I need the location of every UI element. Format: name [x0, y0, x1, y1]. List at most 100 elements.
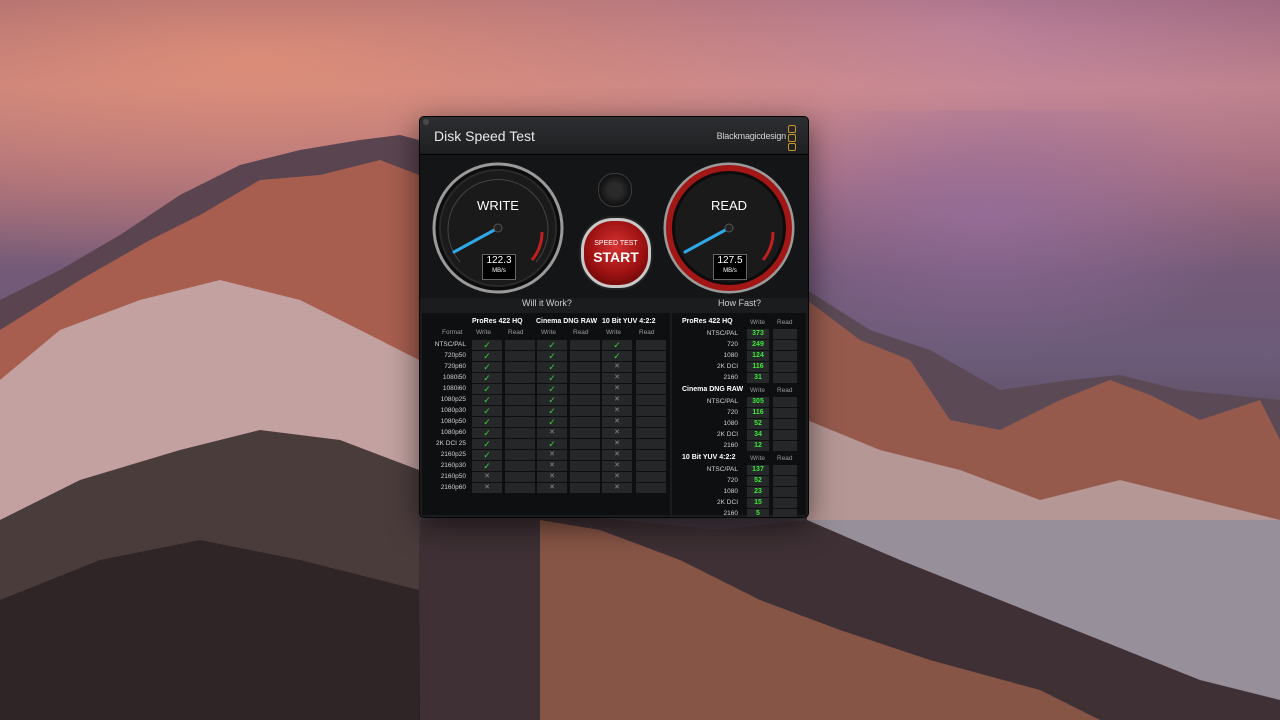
title-bar[interactable]: Disk Speed Test Blackmagicdesign [420, 117, 808, 155]
read-speed-cell [773, 487, 797, 497]
read-cell [505, 362, 535, 372]
read-cell [570, 450, 600, 460]
format-label: 2160p50 [440, 473, 466, 480]
will-group-header: 10 Bit YUV 4:2:2 [602, 318, 656, 325]
read-cell [636, 461, 666, 471]
read-cell [570, 384, 600, 394]
check-icon: ✓ [613, 351, 621, 361]
read-speed-cell [773, 397, 797, 407]
read-cell [570, 373, 600, 383]
write-speed-value: 52 [747, 476, 769, 486]
read-cell [505, 472, 535, 482]
check-icon: ✓ [483, 351, 491, 361]
check-icon: ✓ [548, 340, 556, 350]
check-icon: ✓ [548, 439, 556, 449]
format-label: 1080 [723, 488, 738, 495]
read-cell [570, 483, 600, 493]
write-value: 122.3 [486, 255, 512, 266]
cross-icon: ✕ [549, 429, 555, 436]
read-cell [570, 472, 600, 482]
check-icon: ✓ [483, 395, 491, 405]
write-column-header: Write [606, 329, 622, 336]
read-column-header: Read [573, 329, 589, 336]
cross-icon: ✕ [614, 451, 620, 458]
read-cell [505, 450, 535, 460]
read-column-header: Read [777, 455, 793, 462]
read-cell [636, 439, 666, 449]
read-cell [636, 340, 666, 350]
cross-icon: ✕ [614, 418, 620, 425]
format-label: 720p50 [444, 352, 466, 359]
read-speed-cell [773, 498, 797, 508]
check-icon: ✓ [548, 362, 556, 372]
gauges-panel: WRITE 122.3 MB/s SPEED TEST START READ 1… [420, 155, 808, 298]
read-cell [636, 362, 666, 372]
write-speed-value: 15 [747, 498, 769, 508]
check-icon: ✓ [483, 340, 491, 350]
will-it-work-title: Will it Work? [522, 298, 572, 308]
read-cell [570, 406, 600, 416]
cross-icon: ✕ [549, 462, 555, 469]
write-column-header: Write [750, 319, 766, 326]
check-icon: ✓ [613, 340, 621, 350]
cross-icon: ✕ [614, 462, 620, 469]
read-cell [505, 483, 535, 493]
read-cell [570, 461, 600, 471]
will-group-header: Cinema DNG RAW [536, 318, 598, 325]
read-column-header: Read [639, 329, 655, 336]
cross-icon: ✕ [614, 440, 620, 447]
cross-icon: ✕ [614, 407, 620, 414]
check-icon: ✓ [548, 417, 556, 427]
write-speed-value: 116 [747, 408, 769, 418]
read-cell [505, 351, 535, 361]
check-icon: ✓ [483, 417, 491, 427]
format-column-header: Format [442, 329, 463, 336]
read-speed-cell [773, 329, 797, 339]
check-icon: ✓ [483, 450, 491, 460]
format-label: NTSC/PAL [706, 398, 738, 405]
read-cell [570, 340, 600, 350]
read-speed-cell [773, 408, 797, 418]
format-label: 2K DCI [717, 363, 738, 370]
how-fast-group-header: Cinema DNG RAW [682, 386, 744, 393]
read-cell [570, 395, 600, 405]
window-title: Disk Speed Test [434, 128, 535, 144]
start-button-label: START [593, 249, 639, 265]
write-speed-value: 31 [747, 373, 769, 383]
read-speed-cell [773, 362, 797, 372]
read-cell [505, 439, 535, 449]
write-speed-value: 34 [747, 430, 769, 440]
cross-icon: ✕ [614, 385, 620, 392]
format-label: 2160 [723, 510, 738, 517]
read-speed-cell [773, 373, 797, 383]
check-icon: ✓ [548, 373, 556, 383]
format-label: NTSC/PAL [706, 330, 738, 337]
read-column-header: Read [777, 319, 793, 326]
will-group-header: ProRes 422 HQ [472, 318, 523, 325]
format-label: 2K DCI [717, 431, 738, 438]
read-gauge: READ 127.5 MB/s [663, 162, 795, 294]
read-cell [505, 461, 535, 471]
check-icon: ✓ [483, 362, 491, 372]
format-label: NTSC/PAL [434, 341, 466, 348]
read-speed-cell [773, 509, 797, 517]
format-label: 2160 [723, 442, 738, 449]
cross-icon: ✕ [614, 484, 620, 491]
close-button[interactable] [423, 119, 429, 125]
speed-test-start-button[interactable]: SPEED TEST START [581, 218, 651, 288]
cross-icon: ✕ [614, 473, 620, 480]
write-readout: 122.3 MB/s [482, 254, 516, 280]
check-icon: ✓ [483, 428, 491, 438]
cross-icon: ✕ [484, 484, 490, 491]
write-speed-value: 12 [747, 441, 769, 451]
read-column-header: Read [777, 387, 793, 394]
read-cell [505, 384, 535, 394]
format-label: 2160 [723, 374, 738, 381]
check-icon: ✓ [548, 351, 556, 361]
read-label: READ [710, 198, 748, 213]
write-unit: MB/s [492, 268, 506, 274]
brand-name: Blackmagicdesign [716, 131, 787, 141]
write-speed-value: 124 [747, 351, 769, 361]
settings-gear-icon[interactable] [598, 173, 632, 207]
format-label: 2160p60 [440, 484, 466, 491]
